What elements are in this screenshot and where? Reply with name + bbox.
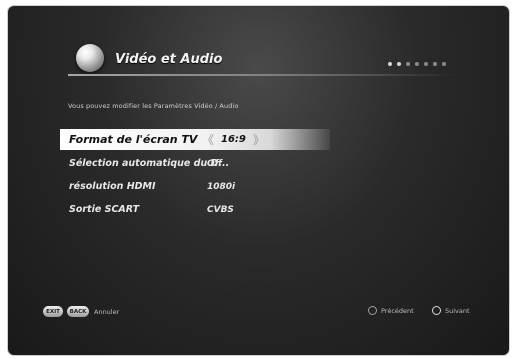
page-dot [388, 62, 392, 66]
next-circle-icon[interactable] [432, 306, 441, 315]
menu-item-label: Format de l'écran TV [69, 133, 198, 146]
exit-button[interactable]: EXIT [43, 306, 63, 317]
chevron-right-icon[interactable]: 》 [253, 131, 265, 148]
next-label: Suivant [445, 307, 470, 315]
menu-item-tv-screen-format[interactable]: Format de l'écran TV 《 16:9 》 [60, 129, 330, 150]
menu-item-value: 1080i [207, 181, 236, 192]
globe-icon [76, 44, 104, 72]
menu-item-hdmi-resolution[interactable]: résolution HDMI 1080i [60, 175, 330, 198]
menu-item-value: CVBS [207, 204, 234, 215]
footer-help-bar: EXIT BACK Annuler Précédent Suivant [8, 306, 509, 326]
page-dot [415, 62, 419, 66]
cancel-label: Annuler [94, 308, 120, 316]
previous-circle-icon[interactable] [368, 306, 377, 315]
menu-item-label: Sortie SCART [69, 204, 140, 215]
menu-item-value-text: 16:9 [221, 134, 246, 145]
page-dot [397, 62, 401, 66]
page-indicator [388, 62, 446, 66]
menu-item-value: Off [207, 158, 223, 169]
menu-item-scart-output[interactable]: Sortie SCART CVBS [60, 198, 330, 221]
menu-item-auto-selection[interactable]: Sélection automatique du D... Off [60, 152, 330, 175]
title-divider [68, 74, 458, 76]
page-dot [442, 62, 446, 66]
page-dot [424, 62, 428, 66]
page-dot [406, 62, 410, 66]
menu-item-value[interactable]: 《 16:9 》 [202, 131, 265, 148]
menu-item-label: résolution HDMI [69, 181, 156, 192]
chevron-left-icon[interactable]: 《 [202, 131, 214, 148]
page-title: Vidéo et Audio [115, 52, 223, 67]
settings-menu: Format de l'écran TV 《 16:9 》 Sélection … [60, 129, 330, 221]
back-button[interactable]: BACK [67, 306, 89, 317]
menu-item-label: Sélection automatique du D... [69, 158, 230, 169]
header: Vidéo et Audio [8, 6, 509, 96]
previous-label: Précédent [381, 307, 414, 315]
page-dot [433, 62, 437, 66]
tv-osd-screen: Vidéo et Audio Vous pouvez modifier les … [8, 6, 509, 355]
description-text: Vous pouvez modifier les Paramètres Vidé… [68, 102, 239, 110]
